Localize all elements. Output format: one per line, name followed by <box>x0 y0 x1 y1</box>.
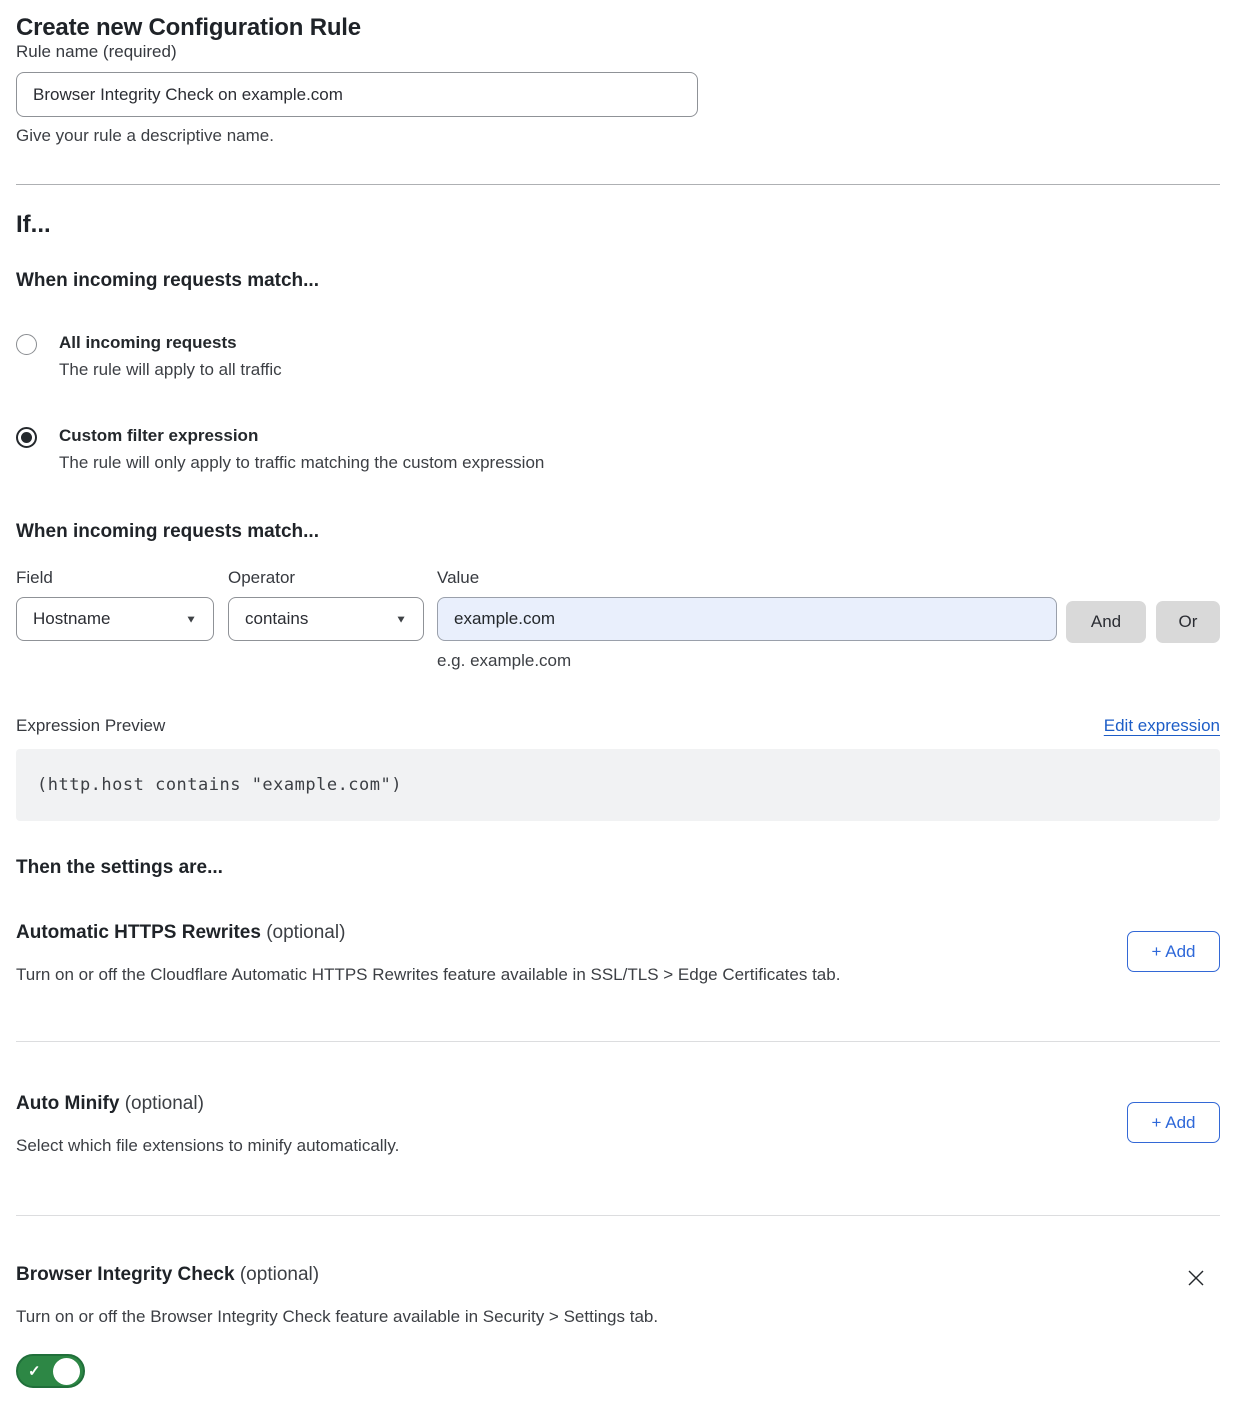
rule-name-label: Rule name (required) <box>16 42 177 61</box>
operator-column: Operator contains ▼ <box>228 568 424 671</box>
create-configuration-rule-page: Create new Configuration Rule Rule name … <box>0 0 1237 1418</box>
toggle-knob[interactable] <box>53 1358 80 1385</box>
setting-description: Turn on or off the Cloudflare Automatic … <box>16 965 840 985</box>
remove-setting-button[interactable] <box>1184 1266 1208 1290</box>
value-label: Value <box>437 568 1057 588</box>
and-button[interactable]: And <box>1066 601 1146 643</box>
setting-title: Browser Integrity Check <box>16 1264 235 1285</box>
setting-description: Turn on or off the Browser Integrity Che… <box>16 1307 658 1327</box>
field-select-value: Hostname <box>33 609 110 629</box>
radio-label-all-requests[interactable]: All incoming requests <box>59 333 282 353</box>
expression-preview-code-block: (http.host contains "example.com") <box>16 749 1220 821</box>
then-settings-heading: Then the settings are... <box>16 857 1220 879</box>
radio-texts: All incoming requests The rule will appl… <box>59 333 282 380</box>
radio-option-all-requests[interactable]: All incoming requests The rule will appl… <box>16 333 1220 380</box>
radio-option-custom-expression[interactable]: Custom filter expression The rule will o… <box>16 426 1220 473</box>
operator-select-value: contains <box>245 609 308 629</box>
value-help-text: e.g. example.com <box>437 651 1057 671</box>
setting-row-auto-minify: Auto Minify (optional) Select which file… <box>16 1093 1220 1156</box>
if-heading: If... <box>16 211 1220 239</box>
setting-texts: Automatic HTTPS Rewrites (optional) Turn… <box>16 922 840 985</box>
radio-label-custom-expression[interactable]: Custom filter expression <box>59 426 544 446</box>
edit-expression-link[interactable]: Edit expression <box>1104 716 1220 736</box>
radio-texts: Custom filter expression The rule will o… <box>59 426 544 473</box>
field-label: Field <box>16 568 214 588</box>
setting-optional-tag: (optional) <box>119 1093 204 1114</box>
radio-description: The rule will only apply to traffic matc… <box>59 453 544 473</box>
setting-title: Auto Minify <box>16 1093 119 1114</box>
setting-divider <box>16 1041 1220 1042</box>
value-input[interactable] <box>437 597 1057 641</box>
operator-label: Operator <box>228 568 424 588</box>
section-divider <box>16 184 1220 185</box>
setting-row-automatic-https-rewrites: Automatic HTTPS Rewrites (optional) Turn… <box>16 922 1220 985</box>
browser-integrity-check-toggle[interactable]: ✓ <box>16 1354 85 1388</box>
setting-optional-tag: (optional) <box>235 1264 320 1285</box>
add-automatic-https-rewrites-button[interactable]: + Add <box>1127 931 1220 972</box>
chevron-down-icon: ▼ <box>185 613 197 625</box>
match-type-heading: When incoming requests match... <box>16 270 1220 292</box>
setting-texts: Browser Integrity Check (optional) Turn … <box>16 1264 658 1388</box>
setting-title-line: Browser Integrity Check (optional) <box>16 1264 658 1286</box>
field-select[interactable]: Hostname ▼ <box>16 597 214 641</box>
setting-description: Select which file extensions to minify a… <box>16 1136 399 1156</box>
setting-title-line: Automatic HTTPS Rewrites (optional) <box>16 922 840 944</box>
radio-description: The rule will apply to all traffic <box>59 360 282 380</box>
expression-builder-row: Field Hostname ▼ Operator contains ▼ Val… <box>16 568 1220 671</box>
add-auto-minify-button[interactable]: + Add <box>1127 1102 1220 1143</box>
expression-preview-label: Expression Preview <box>16 716 165 736</box>
radio-button-checked[interactable] <box>16 427 37 448</box>
expression-builder-heading: When incoming requests match... <box>16 521 1220 543</box>
field-column: Field Hostname ▼ <box>16 568 214 671</box>
setting-texts: Auto Minify (optional) Select which file… <box>16 1093 399 1156</box>
and-or-buttons: And Or <box>1066 601 1220 671</box>
close-icon <box>1184 1266 1208 1290</box>
page-title: Create new Configuration Rule <box>16 14 1220 42</box>
setting-optional-tag: (optional) <box>261 922 346 943</box>
setting-title-line: Auto Minify (optional) <box>16 1093 399 1115</box>
or-button[interactable]: Or <box>1156 601 1220 643</box>
expression-preview-header: Expression Preview Edit expression <box>16 716 1220 736</box>
chevron-down-icon: ▼ <box>395 613 407 625</box>
radio-button-unchecked[interactable] <box>16 334 37 355</box>
setting-title: Automatic HTTPS Rewrites <box>16 922 261 943</box>
operator-select[interactable]: contains ▼ <box>228 597 424 641</box>
expression-code: (http.host contains "example.com") <box>37 775 402 795</box>
rule-name-input[interactable] <box>16 72 698 117</box>
setting-row-browser-integrity-check: Browser Integrity Check (optional) Turn … <box>16 1264 1220 1388</box>
checkmark-icon: ✓ <box>28 1364 41 1379</box>
value-column: Value e.g. example.com <box>437 568 1057 671</box>
rule-name-help-text: Give your rule a descriptive name. <box>16 126 1220 146</box>
match-type-radio-group: All incoming requests The rule will appl… <box>16 333 1220 473</box>
setting-divider <box>16 1215 1220 1216</box>
